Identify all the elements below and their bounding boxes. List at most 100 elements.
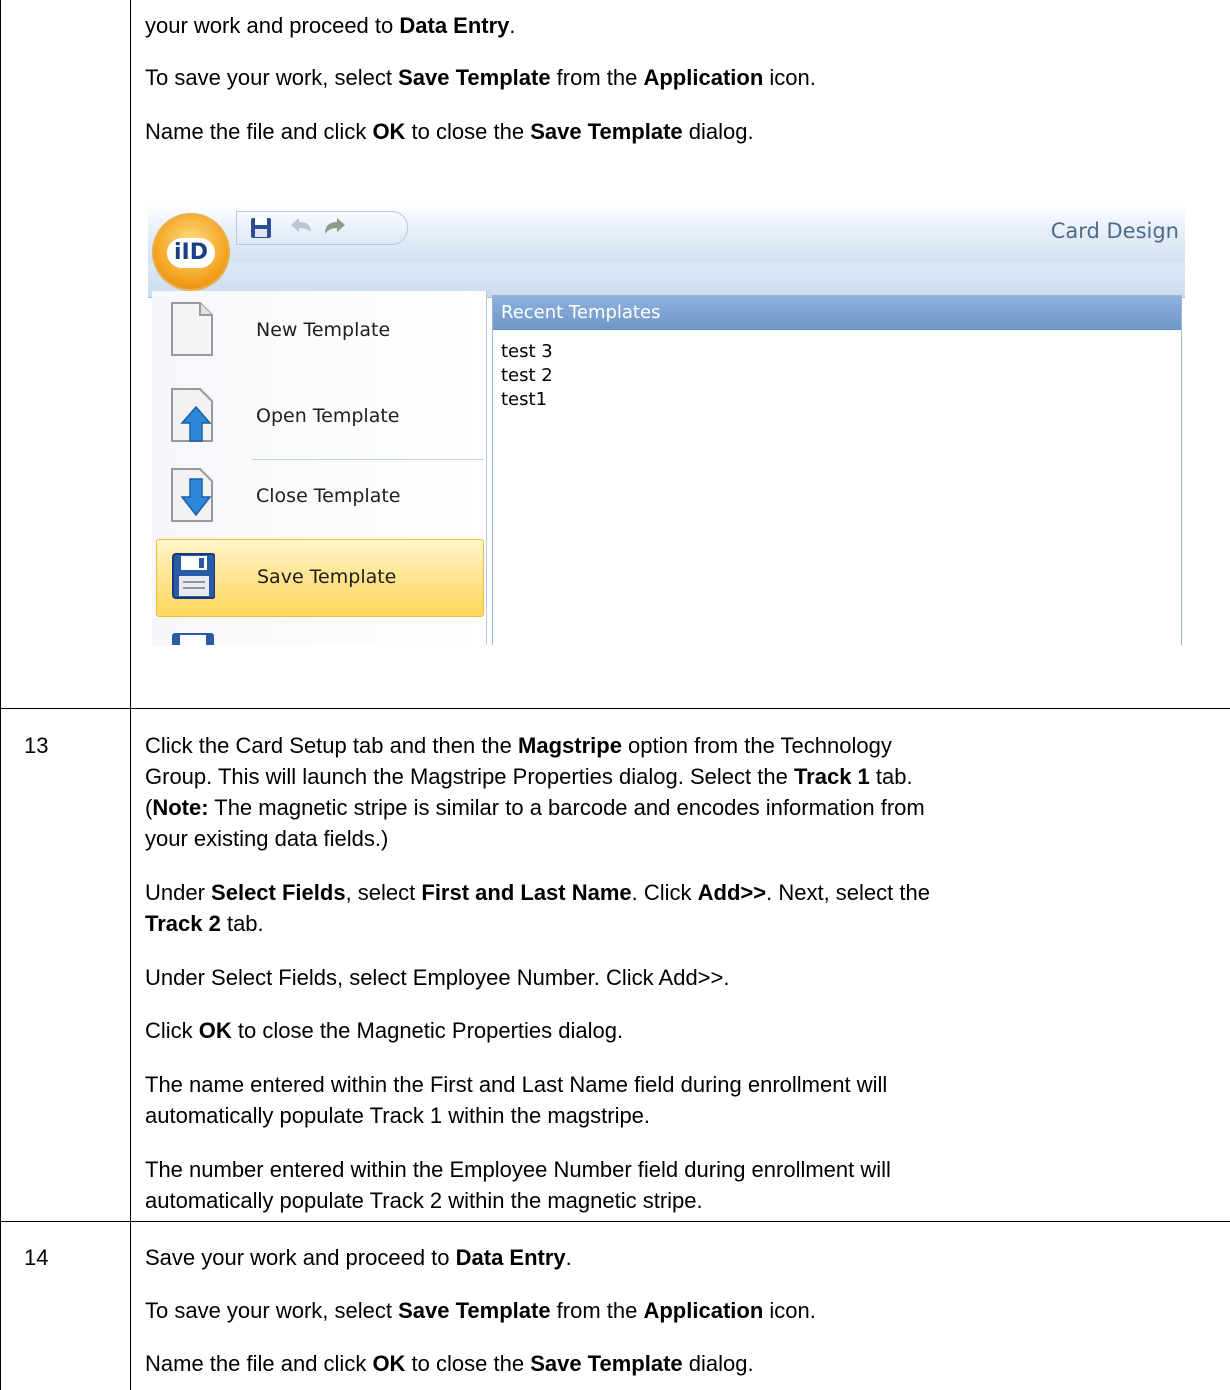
text-run: Click — [145, 1018, 199, 1043]
bold-text-run: Save Template — [530, 119, 683, 144]
text-run: Name the file and click — [145, 1351, 373, 1376]
step-number: 13 — [24, 733, 49, 758]
text-run: tab. — [220, 911, 264, 936]
app-logo: iID — [167, 238, 215, 268]
bold-text-run: Save Template — [398, 65, 551, 90]
window-title: Card Design — [1050, 219, 1179, 243]
bold-text-run: Save Template — [530, 1351, 683, 1376]
close-template-icon — [171, 468, 213, 522]
bold-text-run: Save Template — [398, 1298, 551, 1323]
menu-item-label: Save Template — [257, 566, 397, 588]
row-divider — [0, 1221, 1230, 1222]
step-number: 14 — [24, 1245, 49, 1270]
paragraph: Under Select Fields, select Employee Num… — [145, 964, 730, 991]
save-icon[interactable] — [251, 218, 271, 238]
paragraph: The number entered within the Employee N… — [145, 1156, 891, 1183]
paragraph: automatically populate Track 1 within th… — [145, 1102, 650, 1129]
quick-access-toolbar — [236, 211, 408, 245]
text-run: tab. — [869, 764, 913, 789]
text-run: Group. This will launch the Magstripe Pr… — [145, 764, 794, 789]
recent-template-item[interactable]: test 3 — [501, 340, 553, 364]
text-run: . — [565, 1245, 572, 1270]
recent-templates-panel: Recent Templates test 3 test 2 test1 — [492, 295, 1182, 645]
bold-text-run: Data Entry — [455, 1245, 566, 1270]
open-template-icon — [171, 388, 213, 442]
redo-icon[interactable] — [325, 218, 345, 234]
row-divider — [0, 708, 1230, 709]
bold-text-run: Note: — [152, 795, 209, 820]
bold-text-run: First and Last Name — [421, 880, 632, 905]
text-run: Save your work and proceed to — [145, 1245, 456, 1270]
new-document-icon — [171, 302, 213, 356]
paragraph: The name entered within the First and La… — [145, 1071, 887, 1098]
recent-template-item[interactable]: test1 — [501, 388, 553, 412]
text-run: . Click — [631, 880, 698, 905]
paragraph: your work and proceed to Data Entry. — [145, 12, 516, 39]
paragraph: automatically populate Track 2 within th… — [145, 1187, 703, 1214]
undo-icon[interactable] — [291, 218, 311, 232]
text-run: icon. — [763, 1298, 816, 1323]
paragraph: To save your work, select Save Template … — [145, 64, 816, 91]
paragraph: Name the file and click OK to close the … — [145, 1350, 754, 1377]
text-run: . — [509, 13, 516, 38]
table-column-divider — [130, 0, 131, 1390]
text-run: To save your work, select — [145, 65, 399, 90]
paragraph: Click OK to close the Magnetic Propertie… — [145, 1017, 623, 1044]
recent-templates-list: test 3 test 2 test1 — [501, 340, 553, 412]
text-run: . Next, select the — [766, 880, 930, 905]
paragraph: Save your work and proceed to Data Entry… — [145, 1244, 572, 1271]
bold-text-run: Application — [643, 65, 764, 90]
bold-text-run: OK — [372, 119, 406, 144]
text-run: Name the file and click — [145, 119, 373, 144]
menu-item-close-template[interactable]: Close Template — [156, 459, 482, 535]
menu-item-label: Close Template — [256, 485, 401, 507]
bold-text-run: Track 2 — [145, 911, 221, 936]
menu-item-label: Open Template — [256, 405, 400, 427]
paragraph: Click the Card Setup tab and then the Ma… — [145, 732, 892, 759]
text-run: to close the — [405, 1351, 531, 1376]
bold-text-run: OK — [198, 1018, 232, 1043]
text-run: from the — [550, 65, 644, 90]
paragraph: To save your work, select Save Template … — [145, 1297, 816, 1324]
paragraph: Under Select Fields, select First and La… — [145, 879, 930, 906]
text-run: to close the — [405, 119, 531, 144]
bold-text-run: Data Entry — [399, 13, 510, 38]
text-run: The magnetic stripe is similar to a barc… — [208, 795, 925, 820]
application-button[interactable]: iID — [152, 213, 230, 291]
text-run: dialog. — [682, 1351, 754, 1376]
menu-item-save-template[interactable]: Save Template — [156, 539, 484, 617]
menu-item-label: New Template — [256, 319, 391, 341]
text-run: Under Select Fields, select Employee Num… — [145, 965, 730, 990]
recent-templates-header: Recent Templates — [493, 296, 1181, 330]
menu-item-new-template[interactable]: New Template — [156, 293, 482, 369]
paragraph: Name the file and click OK to close the … — [145, 118, 754, 145]
quick-access-icons — [251, 218, 345, 238]
bold-text-run: Magstripe — [518, 733, 622, 758]
bold-text-run: Application — [643, 1298, 764, 1323]
paragraph: Track 2 tab. — [145, 910, 264, 937]
bold-text-run: OK — [372, 1351, 406, 1376]
text-run: To save your work, select — [145, 1298, 399, 1323]
text-run: to close the Magnetic Properties dialog. — [231, 1018, 624, 1043]
save-icon — [172, 553, 215, 599]
text-run: , select — [345, 880, 422, 905]
menu-item-open-template[interactable]: Open Template — [156, 379, 482, 455]
text-run: your work and proceed to — [145, 13, 400, 38]
text-run: The name entered within the First and La… — [145, 1072, 888, 1097]
bold-text-run: Track 1 — [793, 764, 870, 789]
application-menu: New Template Open Template Close Templat… — [152, 291, 487, 645]
document-page: your work and proceed to Data Entry. To … — [0, 0, 1230, 1390]
text-run: your existing data fields.) — [145, 826, 389, 851]
paragraph: Group. This will launch the Magstripe Pr… — [145, 763, 913, 790]
text-run: icon. — [763, 65, 816, 90]
text-run: Under — [145, 880, 212, 905]
text-run: automatically populate Track 2 within th… — [145, 1188, 703, 1213]
recent-template-item[interactable]: test 2 — [501, 364, 553, 388]
table-left-border — [0, 0, 1, 1390]
save-template-screenshot: iID Card Design New Template Open Templa… — [148, 205, 1185, 645]
text-run: Click the Card Setup tab and then the — [145, 733, 519, 758]
paragraph: your existing data fields.) — [145, 825, 388, 852]
save-as-icon — [172, 633, 214, 645]
bold-text-run: Add>> — [697, 880, 767, 905]
text-run: dialog. — [682, 119, 754, 144]
